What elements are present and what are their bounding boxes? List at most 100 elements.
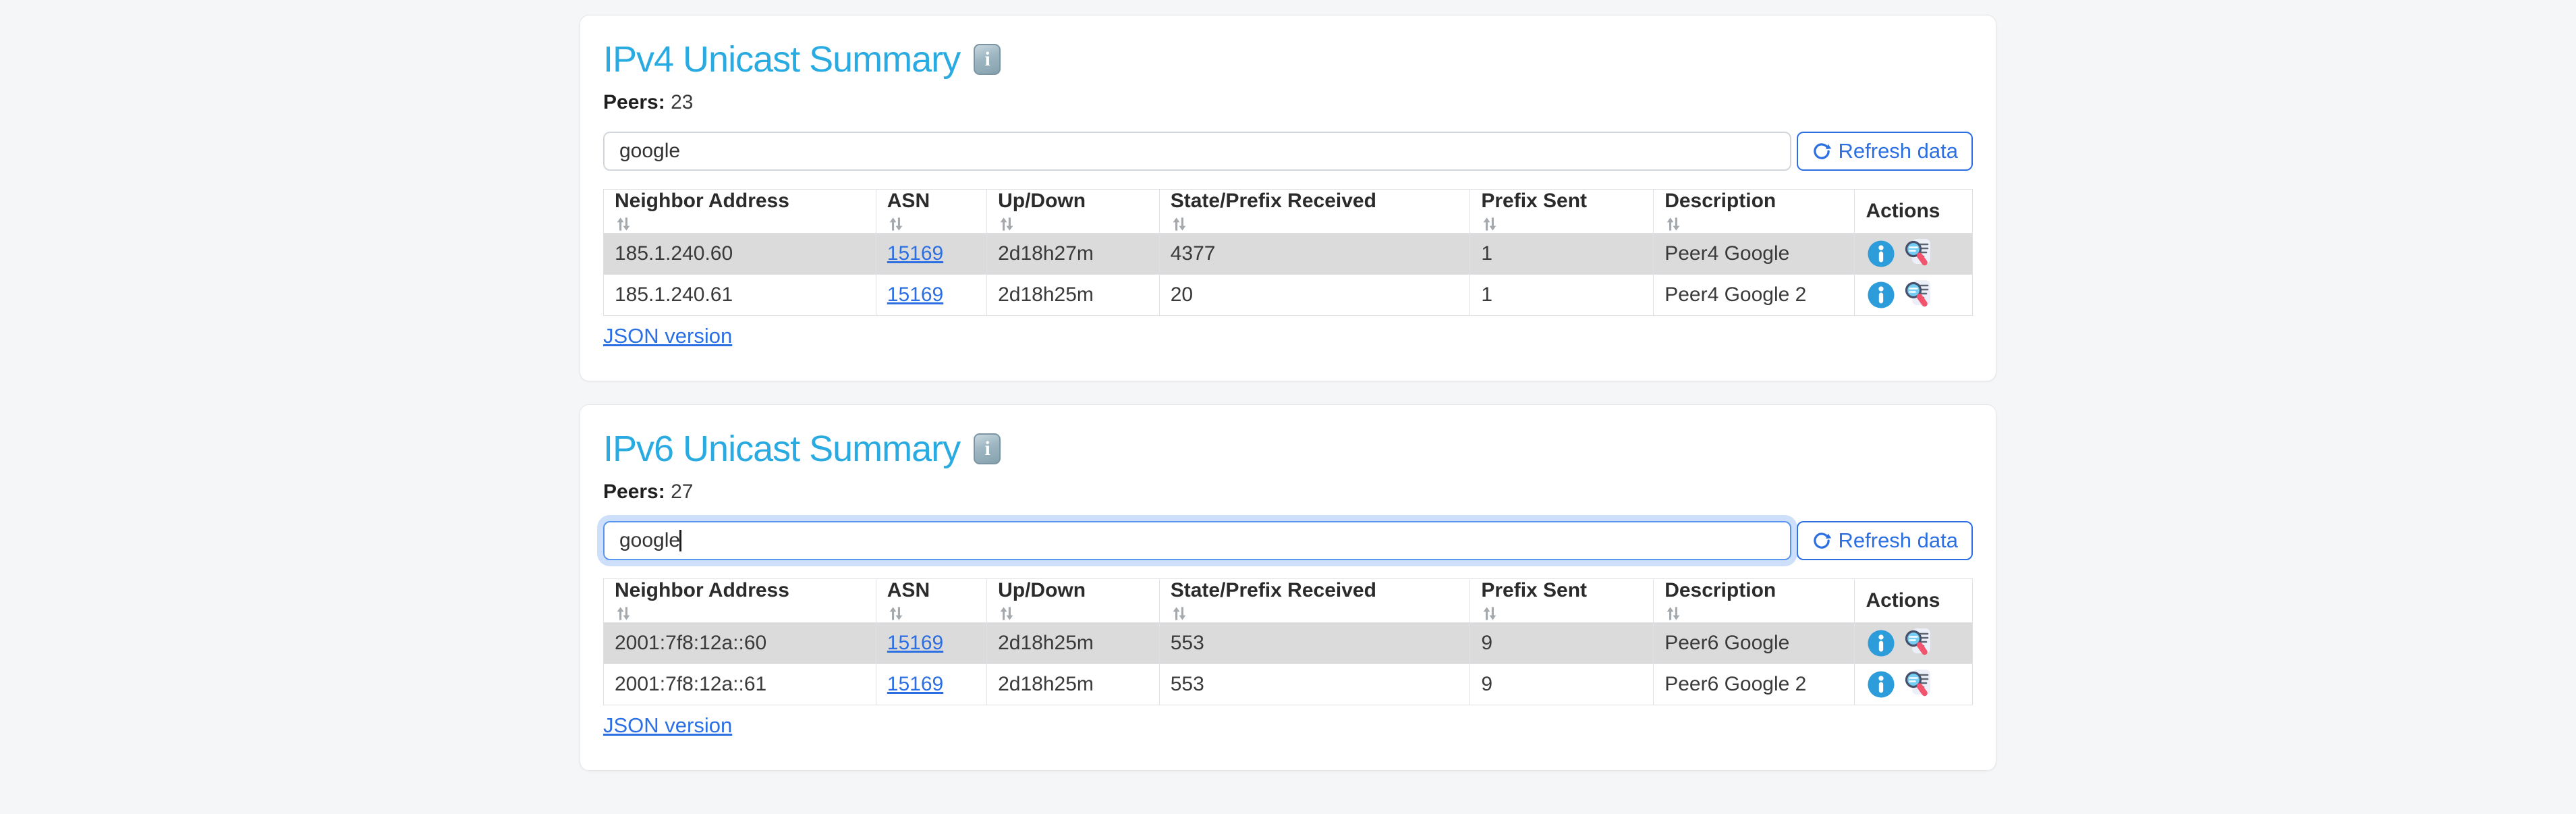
sort-icon <box>1171 215 1459 233</box>
up-down-cell: 2d18h25m <box>987 623 1160 664</box>
column-label: Description <box>1664 579 1776 601</box>
column-label: Neighbor Address <box>615 579 789 601</box>
column-header-state-prefix-received[interactable]: State/Prefix Received <box>1159 190 1470 234</box>
info-circle-icon[interactable] <box>1866 279 1897 310</box>
peers-label: Peers: <box>603 481 665 503</box>
asn-link[interactable]: 15169 <box>887 673 943 695</box>
actions-cell <box>1866 668 1961 701</box>
refresh-button-label: Refresh data <box>1839 528 1959 553</box>
column-label: State/Prefix Received <box>1171 190 1376 212</box>
column-label: Up/Down <box>998 190 1086 212</box>
sort-icon <box>615 215 865 233</box>
info-circle-icon[interactable] <box>1866 628 1897 659</box>
refresh-data-button[interactable]: Refresh data <box>1797 521 1973 560</box>
search-input-wrap <box>603 521 1791 560</box>
up-down-cell: 2d18h25m <box>987 664 1160 705</box>
column-label: ASN <box>887 579 930 601</box>
column-label: Prefix Sent <box>1481 579 1587 601</box>
prefix-sent-cell: 9 <box>1470 664 1654 705</box>
document-search-icon[interactable] <box>1903 668 1936 701</box>
description-cell: Peer4 Google 2 <box>1654 275 1855 316</box>
state-prefix-received-cell: 553 <box>1159 623 1470 664</box>
neighbor-address-cell: 2001:7f8:12a::60 <box>604 623 876 664</box>
prefix-sent-cell: 1 <box>1470 234 1654 275</box>
peers-line: Peers: 23 <box>603 91 1973 114</box>
sort-icon <box>887 605 976 622</box>
info-circle-icon[interactable] <box>1866 669 1897 700</box>
column-header-actions: Actions <box>1855 190 1973 234</box>
table-header-row: Neighbor Address ASN Up/Down State/Prefi… <box>604 579 1973 623</box>
document-search-icon[interactable] <box>1903 238 1936 270</box>
info-circle-icon[interactable] <box>1866 238 1897 269</box>
column-header-state-prefix-received[interactable]: State/Prefix Received <box>1159 579 1470 623</box>
column-label: Actions <box>1866 589 1940 612</box>
sort-icon <box>1481 605 1642 622</box>
peers-count: 27 <box>671 481 693 503</box>
document-search-icon[interactable] <box>1903 279 1936 311</box>
column-header-description[interactable]: Description <box>1654 579 1855 623</box>
neighbor-address-cell: 2001:7f8:12a::61 <box>604 664 876 705</box>
table-row: 2001:7f8:12a::61 15169 2d18h25m 553 9 Pe… <box>604 664 1973 705</box>
ipv4-summary-panel: IPv4 Unicast Summary i Peers: 23 Refresh… <box>580 15 1996 381</box>
state-prefix-received-cell: 20 <box>1159 275 1470 316</box>
table-row: 2001:7f8:12a::60 15169 2d18h25m 553 9 Pe… <box>604 623 1973 664</box>
panel-title-text: IPv6 Unicast Summary <box>603 428 960 470</box>
peers-count: 23 <box>671 91 693 113</box>
bgp-sessions-table: Neighbor Address ASN Up/Down State/Prefi… <box>603 189 1973 316</box>
sort-icon <box>887 215 976 233</box>
column-header-neighbor-address[interactable]: Neighbor Address <box>604 579 876 623</box>
column-header-asn[interactable]: ASN <box>876 190 986 234</box>
info-tooltip-icon[interactable]: i <box>974 433 1001 464</box>
state-prefix-received-cell: 553 <box>1159 664 1470 705</box>
filter-input[interactable] <box>603 521 1791 560</box>
filter-row: Refresh data <box>603 132 1973 171</box>
filter-row: Refresh data <box>603 521 1973 560</box>
column-label: State/Prefix Received <box>1171 579 1376 601</box>
column-header-description[interactable]: Description <box>1654 190 1855 234</box>
column-header-neighbor-address[interactable]: Neighbor Address <box>604 190 876 234</box>
search-input-wrap <box>603 132 1791 171</box>
json-version-link[interactable]: JSON version <box>603 324 732 348</box>
peers-line: Peers: 27 <box>603 481 1973 504</box>
column-label: ASN <box>887 190 930 212</box>
column-label: Prefix Sent <box>1481 190 1587 212</box>
column-label: Actions <box>1866 200 1940 222</box>
table-header-row: Neighbor Address ASN Up/Down State/Prefi… <box>604 190 1973 234</box>
panel-title-text: IPv4 Unicast Summary <box>603 38 960 80</box>
actions-cell <box>1866 238 1961 270</box>
column-header-prefix-sent[interactable]: Prefix Sent <box>1470 579 1654 623</box>
column-label: Description <box>1664 190 1776 212</box>
column-header-actions: Actions <box>1855 579 1973 623</box>
sort-icon <box>1481 215 1642 233</box>
asn-link[interactable]: 15169 <box>887 242 943 265</box>
json-version-link[interactable]: JSON version <box>603 713 732 738</box>
column-label: Up/Down <box>998 579 1086 601</box>
column-header-asn[interactable]: ASN <box>876 579 986 623</box>
up-down-cell: 2d18h25m <box>987 275 1160 316</box>
refresh-icon <box>1812 531 1832 551</box>
sort-icon <box>1171 605 1459 622</box>
refresh-icon <box>1812 141 1832 161</box>
asn-link[interactable]: 15169 <box>887 283 943 306</box>
sort-icon <box>615 605 865 622</box>
table-row: 185.1.240.61 15169 2d18h25m 20 1 Peer4 G… <box>604 275 1973 316</box>
sort-icon <box>1664 605 1843 622</box>
column-header-up-down[interactable]: Up/Down <box>987 190 1160 234</box>
filter-input[interactable] <box>603 132 1791 171</box>
info-tooltip-icon[interactable]: i <box>974 44 1001 75</box>
ipv6-panel-title: IPv6 Unicast Summary i <box>603 428 1973 470</box>
column-header-prefix-sent[interactable]: Prefix Sent <box>1470 190 1654 234</box>
refresh-data-button[interactable]: Refresh data <box>1797 132 1973 171</box>
ipv4-panel-title: IPv4 Unicast Summary i <box>603 38 1973 80</box>
sort-icon <box>998 215 1148 233</box>
refresh-button-label: Refresh data <box>1839 139 1959 163</box>
asn-link[interactable]: 15169 <box>887 632 943 654</box>
text-caret <box>679 530 681 551</box>
ipv6-summary-panel: IPv6 Unicast Summary i Peers: 27 Refresh… <box>580 404 1996 771</box>
sort-icon <box>998 605 1148 622</box>
column-header-up-down[interactable]: Up/Down <box>987 579 1160 623</box>
neighbor-address-cell: 185.1.240.61 <box>604 275 876 316</box>
prefix-sent-cell: 9 <box>1470 623 1654 664</box>
page: IPv4 Unicast Summary i Peers: 23 Refresh… <box>0 0 2576 814</box>
document-search-icon[interactable] <box>1903 627 1936 659</box>
